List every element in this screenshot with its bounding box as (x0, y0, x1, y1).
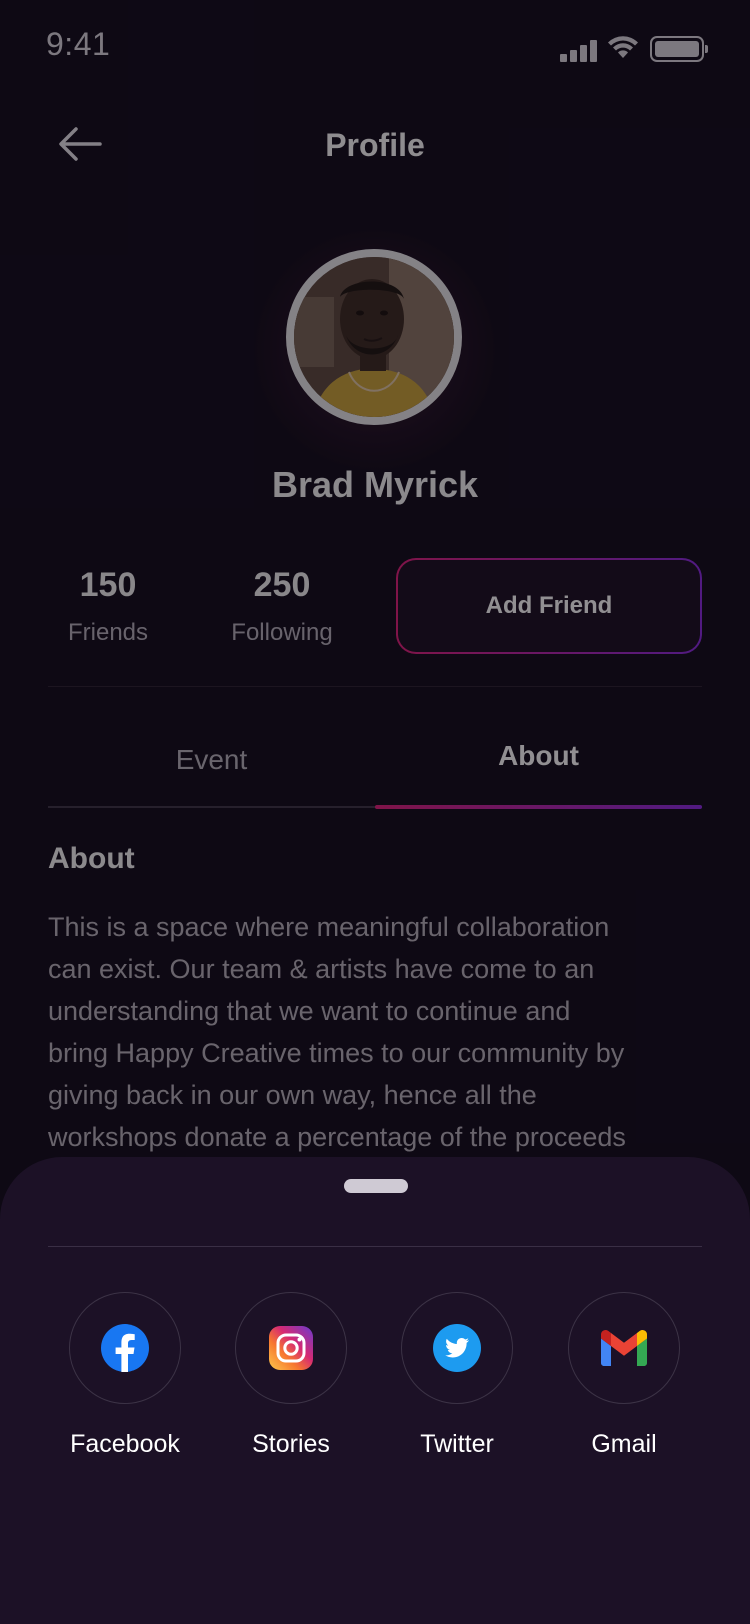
gmail-icon (601, 1330, 647, 1366)
share-circle[interactable] (235, 1292, 347, 1404)
share-circle[interactable] (401, 1292, 513, 1404)
share-circle[interactable] (568, 1292, 680, 1404)
share-circle[interactable] (69, 1292, 181, 1404)
share-option-gmail[interactable]: Gmail (541, 1292, 707, 1459)
sheet-drag-handle[interactable] (344, 1179, 408, 1193)
share-option-stories[interactable]: Stories (208, 1292, 374, 1459)
share-sheet: Facebook Stories Twitter Gmail (0, 1157, 750, 1624)
share-label: Stories (252, 1430, 330, 1458)
share-label: Facebook (70, 1430, 180, 1458)
share-label: Twitter (420, 1430, 494, 1458)
facebook-icon (101, 1324, 149, 1372)
share-option-facebook[interactable]: Facebook (42, 1292, 208, 1459)
sheet-divider (48, 1246, 702, 1247)
share-label: Gmail (591, 1430, 657, 1458)
instagram-icon (269, 1326, 313, 1370)
twitter-icon (433, 1324, 481, 1372)
share-option-twitter[interactable]: Twitter (374, 1292, 540, 1459)
